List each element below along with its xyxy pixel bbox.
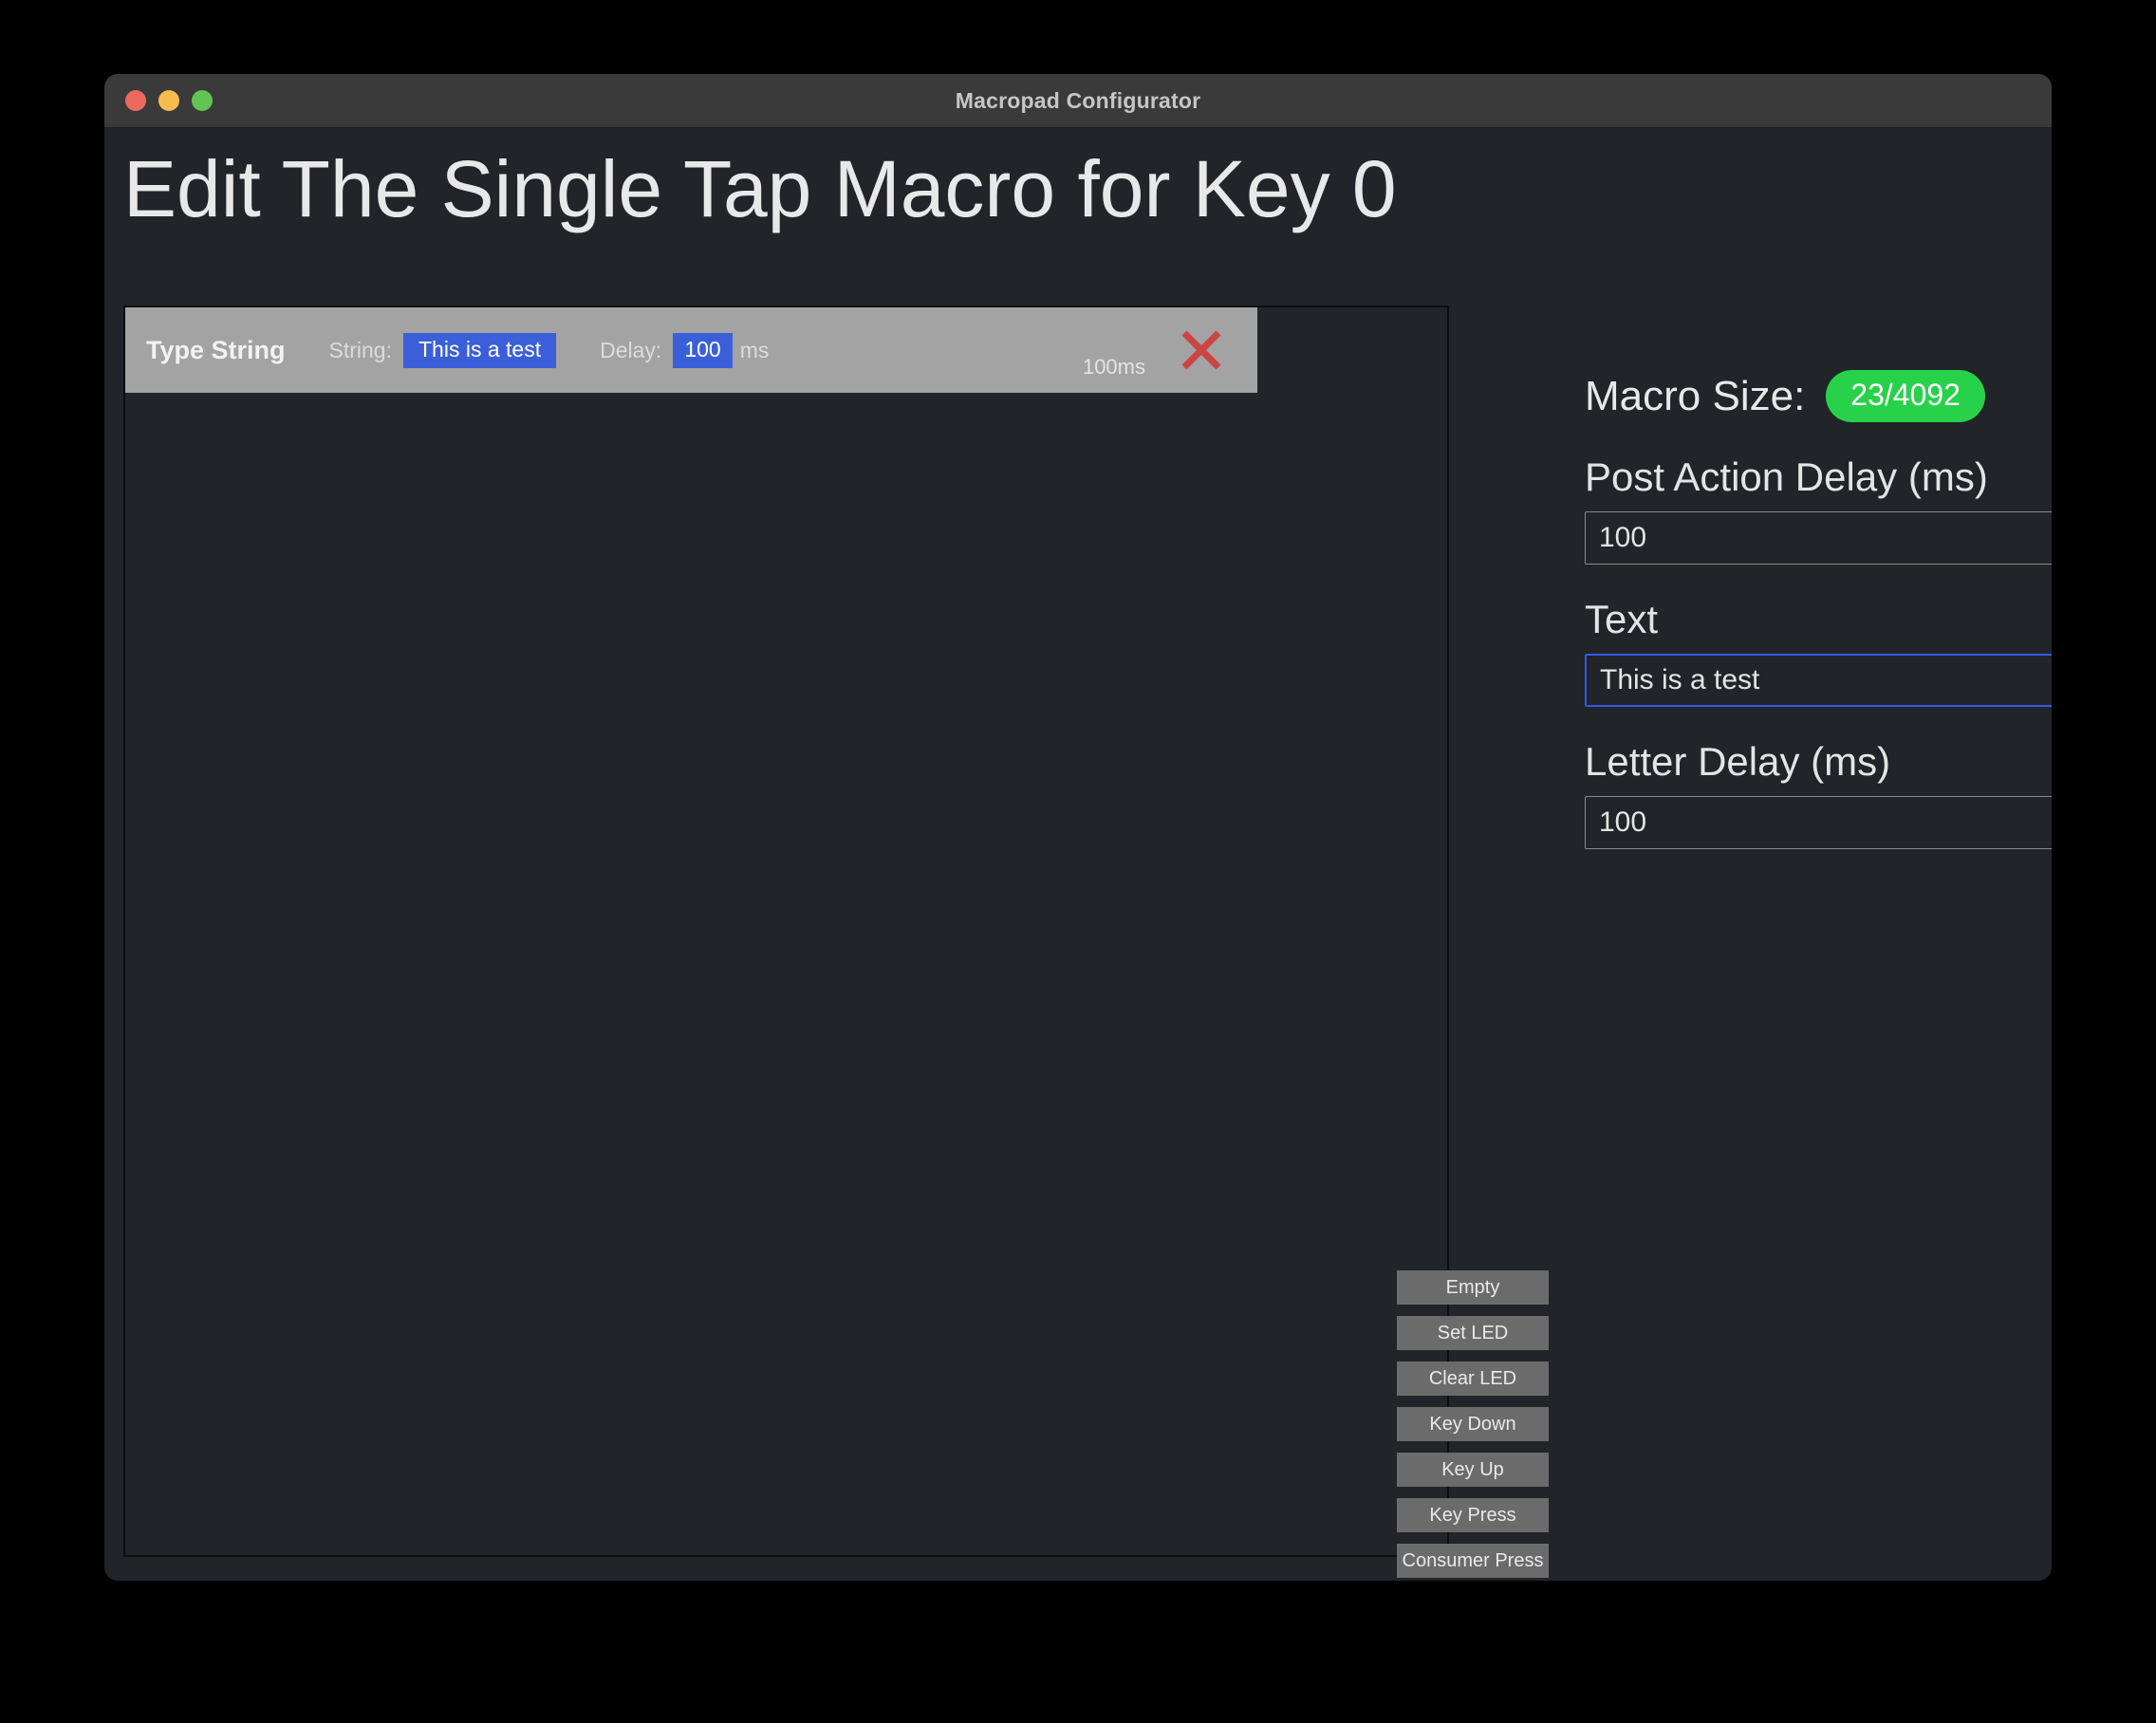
minimize-window-icon[interactable] <box>158 90 179 111</box>
page-title: Edit The Single Tap Macro for Key 0 <box>123 144 1397 233</box>
macro-action-type-label: Type String <box>146 335 286 364</box>
text-input[interactable] <box>1585 654 2052 707</box>
window-title: Macropad Configurator <box>955 87 1201 113</box>
close-window-icon[interactable] <box>125 90 146 111</box>
maximize-window-icon[interactable] <box>192 90 213 111</box>
post-action-delay-label: Post Action Delay (ms) <box>1585 454 1988 499</box>
macro-delay-value[interactable]: 100 <box>673 332 733 368</box>
action-button-key-up[interactable]: Key Up <box>1397 1453 1549 1487</box>
macro-delay-label: Delay: <box>600 337 662 362</box>
post-action-delay-input[interactable] <box>1585 511 2052 565</box>
macro-string-label: String: <box>328 337 392 362</box>
macro-size-label: Macro Size: <box>1585 372 1806 419</box>
letter-delay-label: Letter Delay (ms) <box>1585 739 1891 784</box>
macro-list-panel: Type String String: This is a test Delay… <box>123 306 1549 1578</box>
action-button-key-press[interactable]: Key Press <box>1397 1498 1549 1532</box>
delete-row-icon[interactable] <box>1180 328 1223 372</box>
app-window: Macropad Configurator Edit The Single Ta… <box>104 74 2052 1581</box>
action-button-set-led[interactable]: Set LED <box>1397 1316 1549 1350</box>
window-titlebar: Macropad Configurator <box>104 74 2052 128</box>
action-type-button-list: Empty Set LED Clear LED Key Down Key Up … <box>1397 1270 1549 1581</box>
action-button-key-down[interactable]: Key Down <box>1397 1407 1549 1441</box>
text-label: Text <box>1585 597 1659 641</box>
action-editor-form: Macro Size: 23/4092 Post Action Delay (m… <box>1585 370 2052 881</box>
macro-string-value[interactable]: This is a test <box>403 332 557 368</box>
action-button-consumer-press[interactable]: Consumer Press <box>1397 1544 1549 1578</box>
macro-size-badge: 23/4092 <box>1826 370 1985 422</box>
action-button-empty[interactable]: Empty <box>1397 1270 1549 1305</box>
macro-action-row[interactable]: Type String String: This is a test Delay… <box>125 307 1257 393</box>
action-button-clear-led[interactable]: Clear LED <box>1397 1362 1549 1396</box>
macro-delay-unit: ms <box>739 337 770 362</box>
macro-total-delay-label: 100ms <box>1082 355 1145 379</box>
macro-size-row: Macro Size: 23/4092 <box>1585 370 2052 422</box>
window-body: Edit The Single Tap Macro for Key 0 Type… <box>104 128 2052 1581</box>
traffic-lights <box>125 90 213 111</box>
letter-delay-input[interactable] <box>1585 796 2052 849</box>
